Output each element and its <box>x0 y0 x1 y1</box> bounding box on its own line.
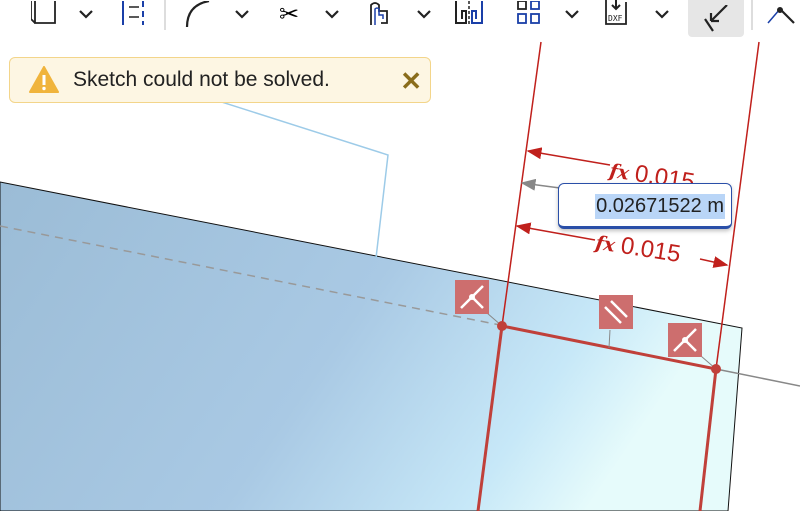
dimension-arrow-gray <box>520 178 561 191</box>
sketch-point[interactable] <box>497 321 507 331</box>
trim-scissors-icon[interactable]: ✂ <box>272 0 306 28</box>
chevron-down-icon[interactable] <box>230 0 254 28</box>
toolbar: ✂ DXF <box>0 0 800 37</box>
chevron-down-icon[interactable] <box>320 0 344 28</box>
error-toast: Sketch could not be solved. ✕ <box>9 57 431 103</box>
svg-text:DXF: DXF <box>608 14 623 23</box>
view-cube-button[interactable] <box>28 0 62 28</box>
fillet-arc-button[interactable] <box>180 0 214 28</box>
toast-message: Sketch could not be solved. <box>73 68 330 91</box>
dimension-value-input[interactable]: 0.02671522 m <box>558 183 732 229</box>
point-tool-button[interactable] <box>764 0 800 28</box>
toolbar-divider <box>164 0 166 30</box>
chevron-down-icon[interactable] <box>650 0 674 28</box>
sketch-point[interactable] <box>711 364 721 374</box>
dimension-tool-button[interactable] <box>688 0 744 37</box>
chevron-down-icon[interactable] <box>560 0 584 28</box>
coincident-constraint-icon[interactable] <box>455 280 489 314</box>
mirror-button[interactable] <box>452 0 486 28</box>
offset-button[interactable] <box>362 0 396 28</box>
export-dxf-button[interactable]: DXF <box>600 0 634 28</box>
dimension-arrow-top <box>526 147 611 166</box>
offset-dimension-button[interactable] <box>116 0 150 28</box>
close-icon[interactable]: ✕ <box>400 66 422 97</box>
chevron-down-icon[interactable] <box>412 0 436 28</box>
dimension-arrow-bottom-right <box>699 256 729 268</box>
warning-icon <box>29 66 59 93</box>
pattern-button[interactable] <box>512 0 546 28</box>
toolbar-divider <box>751 0 753 30</box>
coincident-constraint-icon[interactable] <box>668 323 702 357</box>
dimension-value-text[interactable]: 0.02671522 m <box>595 194 725 219</box>
chevron-down-icon[interactable] <box>74 0 98 28</box>
part-face[interactable] <box>0 181 743 511</box>
parallel-constraint-icon[interactable] <box>599 295 633 329</box>
